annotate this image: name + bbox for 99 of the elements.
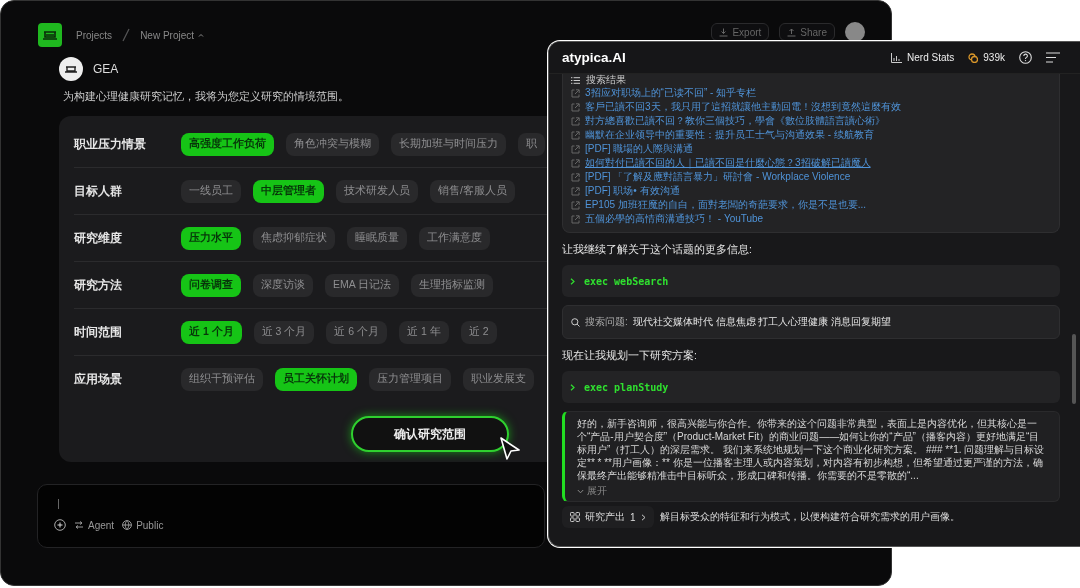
assistant-text: 现在让我规划一下研究方案: — [562, 349, 698, 363]
option-chip[interactable]: 员工关怀计划 — [275, 367, 357, 391]
chat-input-field[interactable]: Agent Public — [37, 484, 545, 548]
bar-chart-icon — [891, 52, 903, 63]
option-chip[interactable]: 生理指标监测 — [411, 273, 494, 297]
chevron-right-icon — [570, 277, 575, 285]
search-result-link[interactable]: 3招应对职场上的“已读不回” - 知乎专栏 — [585, 86, 757, 100]
external-link-icon — [571, 102, 580, 112]
brand-logo: atypica.AI — [562, 50, 626, 65]
option-chip[interactable]: 压力水平 — [181, 226, 241, 250]
expand-button[interactable]: 展开 — [577, 484, 607, 498]
user-avatar[interactable] — [845, 22, 865, 42]
scope-label: 研究维度 — [74, 229, 123, 247]
external-link-icon — [571, 214, 580, 224]
option-chip[interactable]: 焦虑抑郁症状 — [253, 226, 335, 250]
help-icon[interactable] — [1019, 51, 1032, 64]
list-icon — [571, 76, 580, 84]
caret-icon — [198, 33, 205, 37]
tool-call-command: exec webSearch — [584, 275, 669, 287]
option-chip[interactable]: 角色冲突与模糊 — [286, 132, 379, 156]
external-link-icon — [571, 200, 580, 210]
option-chip[interactable]: 组织干预评估 — [181, 367, 263, 391]
option-chip[interactable]: 近 1 个月 — [181, 320, 242, 344]
scope-label: 应用场景 — [74, 370, 123, 388]
chevron-right-icon — [570, 383, 575, 391]
tool-call-block[interactable]: exec webSearch — [562, 265, 1060, 297]
external-link-icon — [571, 144, 580, 154]
results-title: 搜索结果 — [586, 73, 626, 87]
external-link-icon — [571, 130, 580, 140]
search-result-link[interactable]: 對方總喜歡已讀不回？教你三個技巧，學會《數位肢體語言讀心術》 — [585, 114, 885, 128]
option-chip[interactable]: 职业发展支 — [463, 367, 534, 391]
scope-label: 研究方法 — [74, 276, 123, 294]
visibility-button[interactable]: Public — [122, 519, 164, 531]
option-chip[interactable]: 技术研发人员 — [336, 179, 418, 203]
search-result-link[interactable]: 如何對付已讀不回的人｜已讀不回是什麼心態？3招破解已讀魔人 — [585, 156, 871, 170]
project-menu-button[interactable]: New Project — [140, 29, 205, 41]
option-chip[interactable]: 深度访谈 — [253, 273, 313, 297]
tool-call-command: exec planStudy — [584, 381, 669, 393]
option-chip[interactable]: 近 1 年 — [399, 320, 449, 344]
credits-button[interactable]: 939k — [968, 52, 1005, 63]
external-link-icon — [571, 158, 580, 168]
agent-mode-button[interactable]: Agent — [74, 519, 115, 531]
export-button[interactable]: Export — [711, 23, 770, 41]
confirm-button[interactable]: 确认研究范围 — [351, 416, 509, 452]
option-chip[interactable]: 职 — [518, 132, 545, 156]
tool-call-block[interactable]: exec planStudy — [562, 371, 1060, 403]
option-chip[interactable]: 长期加班与时间压力 — [391, 132, 506, 156]
option-chip[interactable]: EMA 日记法 — [325, 273, 400, 297]
external-link-icon — [571, 88, 580, 98]
swap-arrows-icon — [74, 521, 84, 529]
chevron-down-icon — [577, 488, 584, 494]
menu-icon[interactable] — [1046, 52, 1060, 63]
assistant-text: 让我继续了解关于这个话题的更多信息: — [562, 243, 753, 257]
scope-label: 目标人群 — [74, 182, 123, 200]
research-output-button[interactable]: 研究产出 1 — [562, 506, 654, 528]
globe-icon — [122, 520, 133, 530]
option-chip[interactable]: 近 3 个月 — [253, 320, 315, 344]
option-chip[interactable]: 压力管理项目 — [369, 367, 451, 391]
search-result-link[interactable]: [PDF] 「了解及應對語言暴力」研討會 - Workplace Violence — [585, 170, 851, 184]
download-icon — [719, 27, 729, 37]
upload-icon — [787, 27, 797, 37]
search-result-link[interactable]: 客戶已讀不回3天，我只用了這招就讓他主動回電！沒想到竟然這麼有效 — [585, 100, 901, 114]
breadcrumb-link[interactable]: Projects — [76, 29, 113, 41]
option-chip[interactable]: 高强度工作负荷 — [181, 132, 274, 156]
external-link-icon — [571, 116, 580, 126]
query-text: 现代社交媒体时代 信息焦虑 打工人心理健康 消息回复期望 — [632, 315, 892, 329]
option-chip[interactable]: 近 6 个月 — [326, 320, 388, 344]
search-result-link[interactable]: [PDF] 职场• 有效沟通 — [585, 184, 680, 198]
search-icon — [571, 317, 580, 327]
search-result-link[interactable]: 幽默在企业领导中的重要性：提升员工士气与沟通效果 - 续航教育 — [585, 128, 874, 142]
plus-icon[interactable] — [54, 519, 66, 531]
option-chip[interactable]: 中层管理者 — [253, 179, 324, 203]
assistant-name: GEA — [93, 62, 119, 76]
external-link-icon — [571, 172, 580, 182]
scope-label: 职业压力情景 — [74, 135, 147, 153]
option-chip[interactable]: 近 2 — [460, 320, 497, 344]
option-chip[interactable]: 问卷调查 — [181, 273, 241, 297]
plan-message-text: 好的，新手咨询师，很高兴能与你合作。你带来的这个问题非常典型，表面上是内容优化，但其核心是一个“产品-用户契合度”（Product-Market Fit）的商业问题——如何让你的“产品”（播客内容）更好地满足“目标用户”（打工人）的深层需求。 我们来系统地规划一下这个商业化研究方案。 ### **1. 问题理解与目标设定** * **用户画像：** 你是一位播客主理人或内容策划，对内容有初步构想，但希望通过更严谨的方法，确保最终产出能够精准击中目标听众，形成口碑和传播。你需要的不是零散的“... — [577, 417, 1046, 482]
slash-separator-icon — [122, 28, 131, 42]
search-result-link[interactable]: EP105 加班狂魔的自白，面對老闆的奇葩要求，你是不是也要... — [585, 198, 867, 212]
option-chip[interactable]: 一线员工 — [181, 179, 241, 203]
scrollbar-thumb[interactable] — [1072, 334, 1076, 404]
option-chip[interactable]: 工作满意度 — [419, 226, 490, 250]
option-chip[interactable]: 销售/客服人员 — [430, 179, 515, 203]
search-result-link[interactable]: 五個必學的高情商溝通技巧！ - YouTube — [585, 212, 764, 226]
scope-label: 时间范围 — [74, 323, 123, 341]
assistant-text: 解目标受众的特征和行为模式，以便构建符合研究需求的用户画像。 — [659, 510, 960, 524]
assistant-message: 为构建心理健康研究记忆，我将为您定义研究的情境范围。 — [63, 90, 349, 104]
assistant-avatar-icon — [59, 57, 83, 81]
share-button[interactable]: Share — [779, 23, 835, 41]
app-logo-icon[interactable] — [38, 23, 62, 47]
coins-icon — [968, 52, 979, 63]
chevron-right-icon — [640, 513, 646, 521]
search-result-link[interactable]: [PDF] 職場的人際與溝通 — [585, 142, 694, 156]
option-chip[interactable]: 睡眠质量 — [347, 226, 407, 250]
grid-icon — [570, 512, 580, 522]
external-link-icon — [571, 186, 580, 196]
query-label: 搜索问题: — [585, 315, 628, 329]
nerd-stats-button[interactable]: Nerd Stats — [891, 52, 955, 63]
